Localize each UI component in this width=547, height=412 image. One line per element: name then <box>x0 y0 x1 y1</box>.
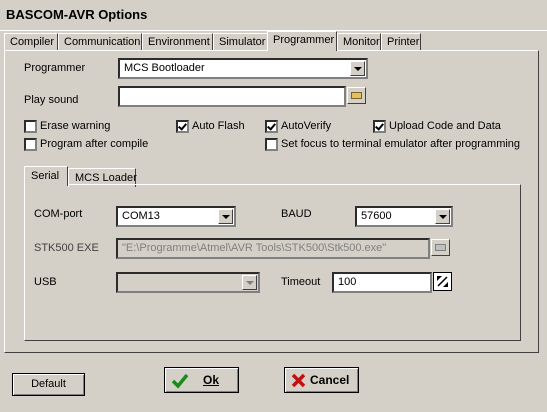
com-port-label: COM-port <box>34 208 83 220</box>
spin-arrows-icon <box>437 276 448 287</box>
folder-icon <box>435 244 446 251</box>
tab-programmer[interactable]: Programmer <box>267 31 337 51</box>
check-icon <box>171 373 189 389</box>
stk500-path-value: "E:\Programme\Atmel\AVR Tools\STK500\Stk… <box>122 242 387 254</box>
com-port-value: COM13 <box>122 210 160 222</box>
chevron-down-icon[interactable] <box>218 209 233 224</box>
auto-verify-label: AutoVerify <box>281 120 332 132</box>
upload-code-data-label: Upload Code and Data <box>389 120 501 132</box>
chevron-down-icon[interactable] <box>350 61 365 76</box>
programmer-select[interactable]: MCS Bootloader <box>118 58 368 79</box>
auto-verify-checkbox[interactable] <box>265 120 278 133</box>
auto-flash-label: Auto Flash <box>192 120 245 132</box>
stk500-path-input[interactable]: "E:\Programme\Atmel\AVR Tools\STK500\Stk… <box>116 238 430 259</box>
baud-value: 57600 <box>361 210 392 222</box>
play-sound-input[interactable] <box>118 86 346 107</box>
stk500-label: STK500 EXE <box>34 242 99 254</box>
cancel-button[interactable]: Cancel <box>284 367 359 393</box>
com-port-select[interactable]: COM13 <box>116 206 236 227</box>
program-after-compile-checkbox[interactable] <box>24 138 37 151</box>
close-icon <box>291 373 306 388</box>
set-focus-terminal-checkbox[interactable] <box>265 138 278 151</box>
stk500-browse-button[interactable] <box>431 239 450 256</box>
set-focus-terminal-label: Set focus to terminal emulator after pro… <box>281 138 521 150</box>
tab-environment[interactable]: Environment <box>142 33 213 50</box>
subtab-serial[interactable]: Serial <box>24 166 68 186</box>
tab-communication[interactable]: Communication <box>58 33 142 50</box>
baud-label: BAUD <box>281 208 312 220</box>
auto-flash-checkbox[interactable] <box>176 120 189 133</box>
tab-monitor[interactable]: Monitor <box>337 33 381 50</box>
chevron-down-icon[interactable] <box>242 275 257 290</box>
upload-code-data-checkbox[interactable] <box>373 120 386 133</box>
tab-compiler[interactable]: Compiler <box>4 33 58 50</box>
window-title: BASCOM-AVR Options <box>6 7 148 22</box>
erase-warning-label: Erase warning <box>40 120 111 132</box>
default-button[interactable]: Default <box>12 373 85 396</box>
chevron-down-icon[interactable] <box>435 209 450 224</box>
play-sound-label: Play sound <box>24 94 79 106</box>
tab-simulator[interactable]: Simulator <box>213 33 268 50</box>
usb-select[interactable] <box>116 272 260 293</box>
title-bar: BASCOM-AVR Options <box>0 0 547 31</box>
usb-label: USB <box>34 276 57 288</box>
tab-printer[interactable]: Printer <box>381 33 421 50</box>
program-after-compile-label: Program after compile <box>40 138 149 150</box>
erase-warning-checkbox[interactable] <box>24 120 37 133</box>
timeout-input[interactable]: 100 <box>332 272 432 293</box>
programmer-label: Programmer <box>24 62 86 74</box>
programmer-value: MCS Bootloader <box>124 62 205 74</box>
timeout-value: 100 <box>338 276 357 288</box>
timeout-spin-button[interactable] <box>433 272 452 291</box>
folder-icon <box>351 92 362 99</box>
play-sound-browse-button[interactable] <box>347 87 366 104</box>
ok-button[interactable]: Ok <box>164 367 239 393</box>
timeout-label: Timeout <box>281 276 321 288</box>
baud-select[interactable]: 57600 <box>355 206 453 227</box>
